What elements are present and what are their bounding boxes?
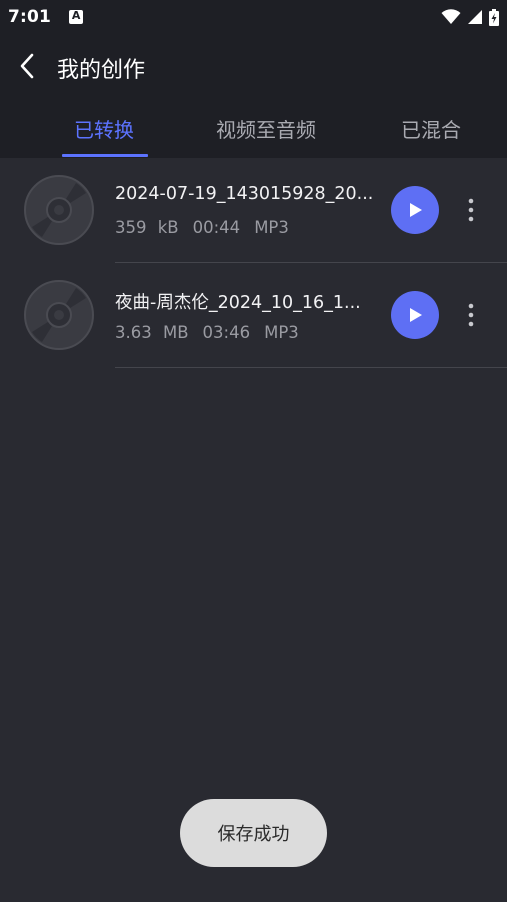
more-options-button[interactable] — [458, 192, 484, 228]
status-bar: 7:01 A — [0, 0, 507, 34]
item-duration: 00:44 — [192, 218, 241, 237]
tab-converted[interactable]: 已转换 — [74, 114, 134, 143]
list-item[interactable]: 2024-07-19_143015928_20... 359 kB 00:44 MP… — [0, 158, 507, 263]
disc-icon — [24, 175, 94, 245]
play-icon — [410, 308, 422, 322]
item-meta: 3.63 MB 03:46 MP3 — [115, 323, 313, 342]
status-icons — [441, 8, 499, 26]
app-bar: 我的创作 — [0, 34, 507, 100]
notification-icon-letter: A — [71, 9, 81, 22]
item-title: 夜曲-周杰伦_2024_10_16_1... — [115, 293, 361, 313]
more-options-button[interactable] — [458, 297, 484, 333]
signal-icon — [468, 10, 482, 24]
battery-charging-icon — [489, 8, 499, 26]
notification-icon: A — [69, 9, 84, 24]
list-item[interactable]: 夜曲-周杰伦_2024_10_16_1... 3.63 MB 03:46 MP3 — [0, 263, 507, 368]
tab-indicator — [62, 154, 148, 157]
wifi-icon — [441, 9, 461, 24]
item-size: 359 kB — [115, 218, 179, 237]
item-size: 3.63 MB — [115, 323, 189, 342]
play-button[interactable] — [391, 186, 439, 234]
more-vertical-icon — [468, 198, 474, 222]
divider — [115, 367, 507, 368]
back-button[interactable] — [12, 48, 42, 84]
chevron-left-icon — [20, 53, 34, 79]
item-meta: 359 kB 00:44 MP3 — [115, 218, 303, 237]
play-icon — [410, 203, 422, 217]
item-duration: 03:46 — [202, 323, 251, 342]
page-title: 我的创作 — [57, 58, 146, 83]
item-format: MP3 — [264, 323, 299, 342]
tab-mixed[interactable]: 已混合 — [401, 114, 461, 143]
toast-message: 保存成功 — [180, 799, 327, 867]
more-vertical-icon — [468, 303, 474, 327]
creation-list: 2024-07-19_143015928_20... 359 kB 00:44 MP… — [0, 158, 507, 368]
tab-bar: 已转换 视频至音频 已混合 — [0, 100, 507, 158]
tab-video-to-audio[interactable]: 视频至音频 — [216, 114, 316, 143]
status-time: 7:01 — [8, 7, 52, 27]
play-button[interactable] — [391, 291, 439, 339]
disc-icon — [24, 280, 94, 350]
item-format: MP3 — [254, 218, 289, 237]
item-title: 2024-07-19_143015928_20... — [115, 184, 374, 204]
